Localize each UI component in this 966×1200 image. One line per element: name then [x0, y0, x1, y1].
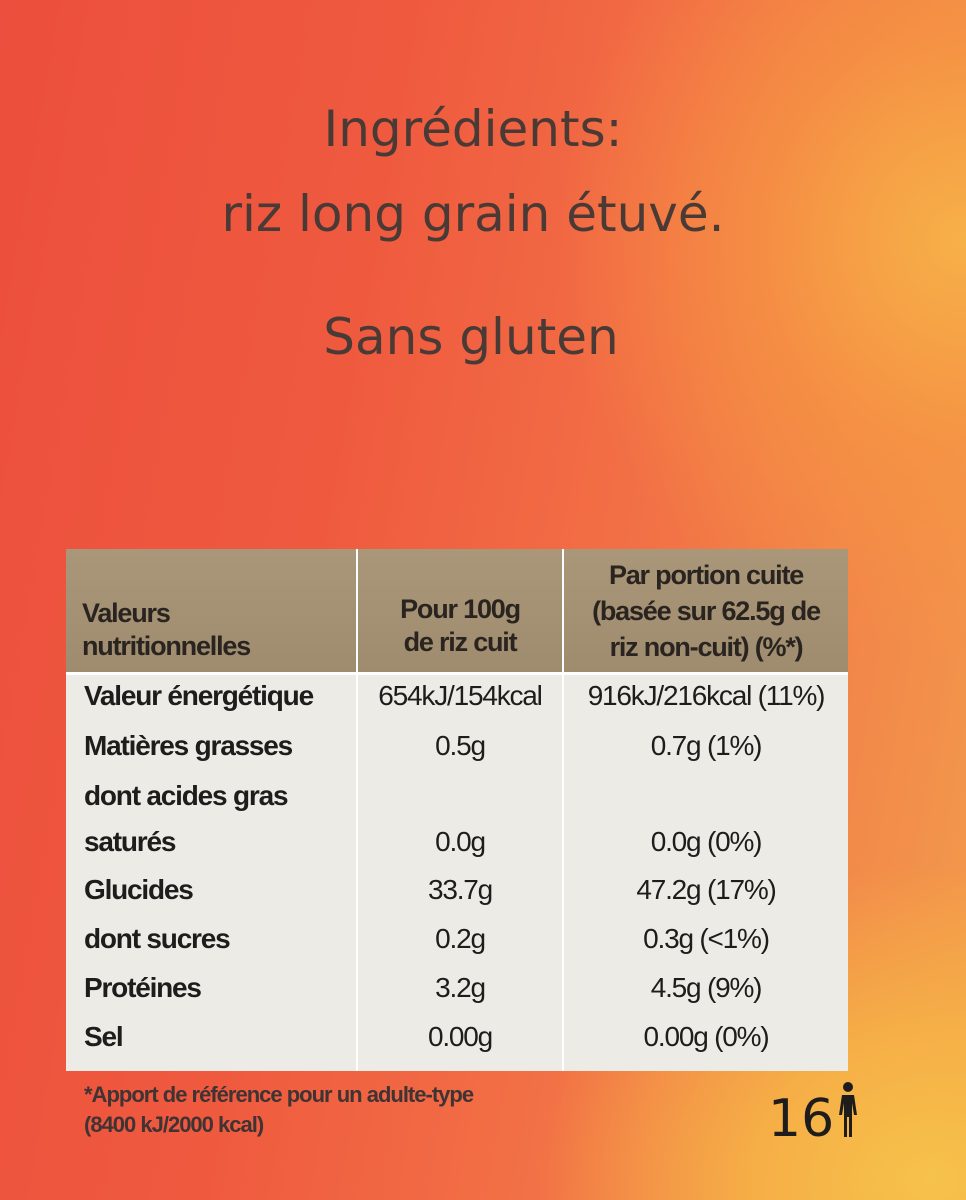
row-per100-fat: 0.5g: [435, 730, 486, 761]
row-per-portion-saturated: 0.0g (0%): [650, 826, 763, 857]
row-label-sugars: dont sucres: [84, 923, 231, 954]
header-per100: Pour 100g de riz cuit: [358, 593, 562, 659]
row-per-portion-energy: 916kJ/216kcal (11%): [587, 680, 826, 711]
header-per100-line: Pour 100g: [400, 594, 521, 624]
row-label-fatty-acids: dont acides gras: [84, 780, 289, 811]
row-per100-sugars: 0.2g: [435, 923, 486, 954]
header-label: Valeurs nutritionnelles: [82, 597, 251, 663]
header-label-line: Valeurs: [82, 598, 171, 628]
row-per-portion-carbs: 47.2g (17%): [636, 874, 777, 905]
gluten-free-claim: Sans gluten: [323, 308, 619, 366]
reference-intake-footnote: *Apport de référence pour un adulte-type…: [84, 1080, 604, 1140]
row-per100-protein: 3.2g: [435, 972, 486, 1003]
footnote-line: (8400 kJ/2000 kcal): [84, 1112, 264, 1137]
portions-count: 16: [768, 1089, 835, 1149]
nutrition-table: Valeurs nutritionnelles Pour 100g de riz…: [66, 549, 848, 1071]
ingredients-title: Ingrédients:: [323, 100, 623, 158]
header-per100-line: de riz cuit: [403, 627, 518, 657]
row-label-carbs: Glucides: [84, 874, 194, 905]
row-per-portion-salt: 0.00g (0%): [643, 1021, 770, 1052]
row-label-protein: Protéines: [84, 972, 202, 1003]
row-per-portion-fat: 0.7g (1%): [650, 730, 763, 761]
row-per100-salt: 0.00g: [427, 1021, 493, 1052]
portions-indicator: 16: [768, 1081, 860, 1157]
header-per-portion-line: Par portion cuite: [608, 560, 804, 590]
row-label-energy: Valeur énergétique: [84, 680, 314, 711]
ingredients-text: riz long grain étuvé.: [221, 185, 725, 243]
header-divider: [66, 672, 848, 675]
row-per-portion-sugars: 0.3g (<1%): [643, 923, 770, 954]
person-icon: [836, 1081, 860, 1157]
header-per-portion: Par portion cuite (basée sur 62.5g de ri…: [564, 557, 848, 665]
footnote-line: *Apport de référence pour un adulte-type: [84, 1082, 474, 1107]
header-per-portion-line: riz non-cuit) (%*): [609, 632, 804, 662]
row-per100-carbs: 33.7g: [427, 874, 493, 905]
row-label-fat: Matières grasses: [84, 730, 293, 761]
row-per100-energy: 654kJ/154kcal: [378, 680, 543, 711]
row-label-salt: Sel: [84, 1021, 124, 1052]
header-label-line: nutritionnelles: [82, 631, 251, 661]
header-per-portion-line: (basée sur 62.5g de: [592, 596, 821, 626]
row-per-portion-protein: 4.5g (9%): [650, 972, 763, 1003]
row-label-saturated: saturés: [84, 826, 176, 857]
row-per100-saturated: 0.0g: [435, 826, 486, 857]
